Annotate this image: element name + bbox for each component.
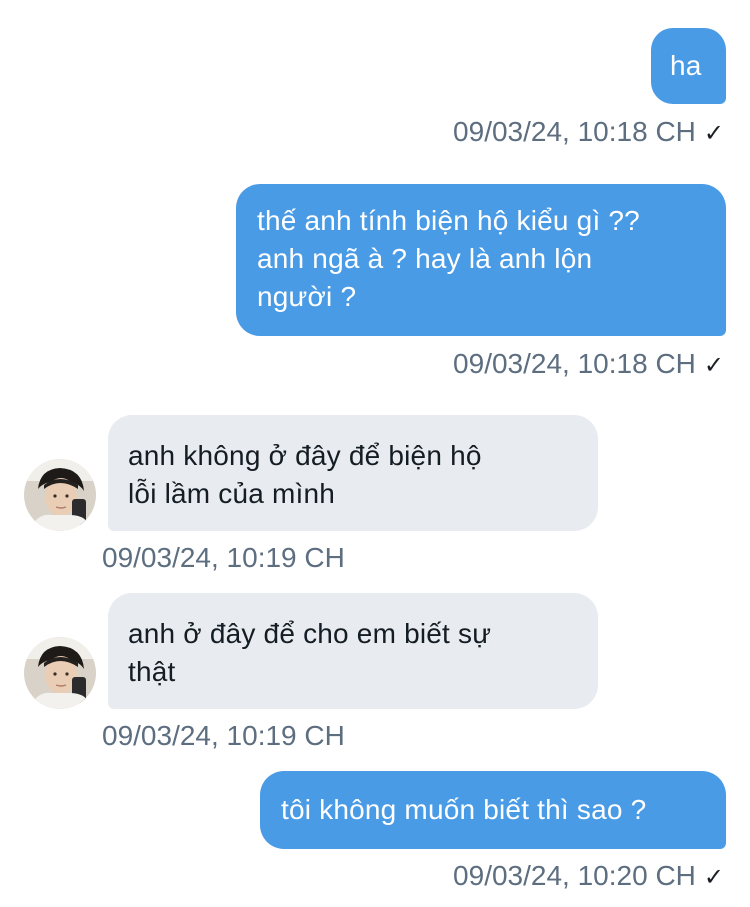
user-avatar[interactable] — [24, 637, 96, 709]
user-avatar[interactable] — [24, 459, 96, 531]
timestamp-text: 09/03/24, 10:19 CH — [102, 720, 345, 751]
timestamp-text: 09/03/24, 10:19 CH — [102, 542, 345, 573]
sent-check-icon: ✓ — [703, 120, 724, 147]
message-bubble-outgoing[interactable]: thế anh tính biện hộ kiểu gì ?? anh ngã … — [236, 184, 726, 336]
timestamp-text: 09/03/24, 10:18 CH — [453, 116, 696, 147]
message-bubble-incoming[interactable]: anh không ở đây để biện hộ lỗi lầm của m… — [108, 415, 598, 531]
avatar-photo-icon — [24, 637, 96, 709]
sent-check-icon: ✓ — [703, 352, 724, 379]
message-timestamp: 09/03/24, 10:19 CH — [102, 541, 345, 575]
message-timestamp: 09/03/24, 10:18 CH ✓ — [453, 347, 724, 383]
message-bubble-outgoing[interactable]: ha — [651, 28, 726, 104]
message-timestamp: 09/03/24, 10:19 CH — [102, 719, 345, 753]
message-bubble-outgoing[interactable]: tôi không muốn biết thì sao ? — [260, 771, 726, 849]
message-timestamp: 09/03/24, 10:18 CH ✓ — [453, 115, 724, 151]
avatar-photo-icon — [24, 459, 96, 531]
message-bubble-incoming[interactable]: anh ở đây để cho em biết sự thật — [108, 593, 598, 709]
message-timestamp: 09/03/24, 10:20 CH ✓ — [453, 859, 724, 895]
timestamp-text: 09/03/24, 10:18 CH — [453, 348, 696, 379]
timestamp-text: 09/03/24, 10:20 CH — [453, 860, 696, 891]
sent-check-icon: ✓ — [703, 864, 724, 891]
